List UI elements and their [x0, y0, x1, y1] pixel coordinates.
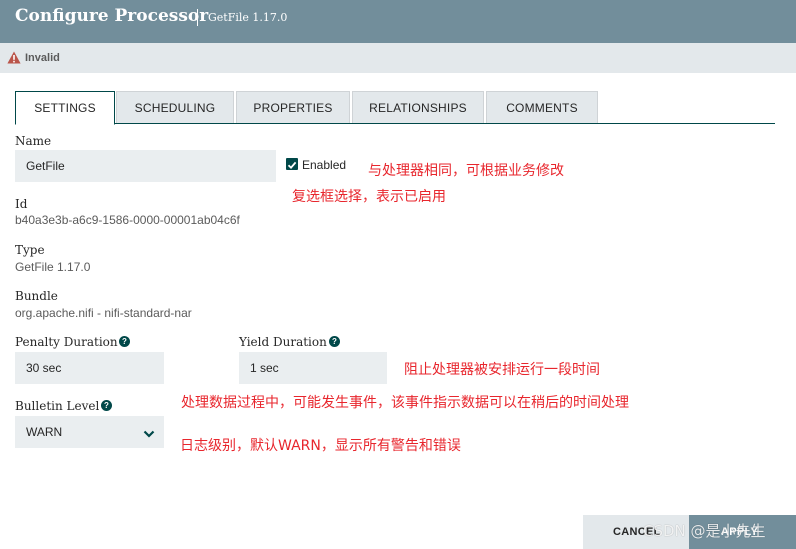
name-input[interactable]: GetFile [15, 150, 276, 182]
bundle-label: Bundle [15, 289, 58, 303]
yield-duration-input[interactable]: 1 sec [239, 352, 387, 384]
type-label: Type [15, 243, 45, 257]
penalty-help-icon[interactable]: ? [119, 336, 130, 347]
enabled-annotation: 复选框选择，表示已启用 [292, 189, 446, 205]
name-annotation: 与处理器相同，可根据业务修改 [368, 163, 564, 179]
bulletin-level-select[interactable]: WARN [15, 416, 164, 448]
dialog-title: Configure Processor [15, 6, 209, 26]
yield-help-icon[interactable]: ? [329, 336, 340, 347]
tab-bar: SETTINGS SCHEDULING PROPERTIES RELATIONS… [15, 91, 775, 125]
id-label: Id [15, 197, 28, 211]
checkmark-icon [287, 161, 297, 170]
penalty-annotation: 处理数据过程中，可能发生事件，该事件指示数据可以在稍后的时间处理 [181, 395, 629, 411]
enabled-label: Enabled [302, 158, 347, 172]
tab-scheduling[interactable]: SCHEDULING [116, 91, 234, 123]
tab-relationships[interactable]: RELATIONSHIPS [352, 91, 484, 123]
tab-comments[interactable]: COMMENTS [486, 91, 598, 123]
tab-settings[interactable]: SETTINGS [15, 91, 115, 125]
header-divider [197, 9, 198, 26]
validation-status-text: Invalid [25, 52, 60, 64]
validation-status-bar: Invalid [0, 43, 796, 73]
bulletin-help-icon[interactable]: ? [101, 400, 112, 411]
dialog-header: Configure Processor GetFile 1.17.0 [0, 0, 796, 43]
chevron-down-icon [143, 430, 155, 438]
penalty-duration-input[interactable]: 30 sec [15, 352, 164, 384]
watermark: CSDN @是小先生 [643, 522, 766, 540]
enabled-checkbox[interactable] [286, 158, 298, 170]
type-value: GetFile 1.17.0 [15, 260, 91, 274]
bundle-value: org.apache.nifi - nifi-standard-nar [15, 306, 192, 320]
yield-duration-label: Yield Duration [239, 335, 327, 349]
yield-annotation: 阻止处理器被安排运行一段时间 [404, 362, 600, 378]
bulletin-level-selected: WARN [26, 425, 63, 439]
bulletin-annotation: 日志级别，默认WARN，显示所有警告和错误 [180, 438, 461, 454]
id-value: b40a3e3b-a6c9-1586-0000-00001ab04c6f [15, 213, 240, 227]
warning-triangle-icon [7, 51, 21, 64]
tab-properties[interactable]: PROPERTIES [236, 91, 350, 123]
penalty-duration-label: Penalty Duration [15, 335, 118, 349]
name-label: Name [15, 134, 52, 148]
bulletin-level-label: Bulletin Level [15, 399, 100, 413]
processor-type-subtitle: GetFile 1.17.0 [208, 11, 288, 24]
